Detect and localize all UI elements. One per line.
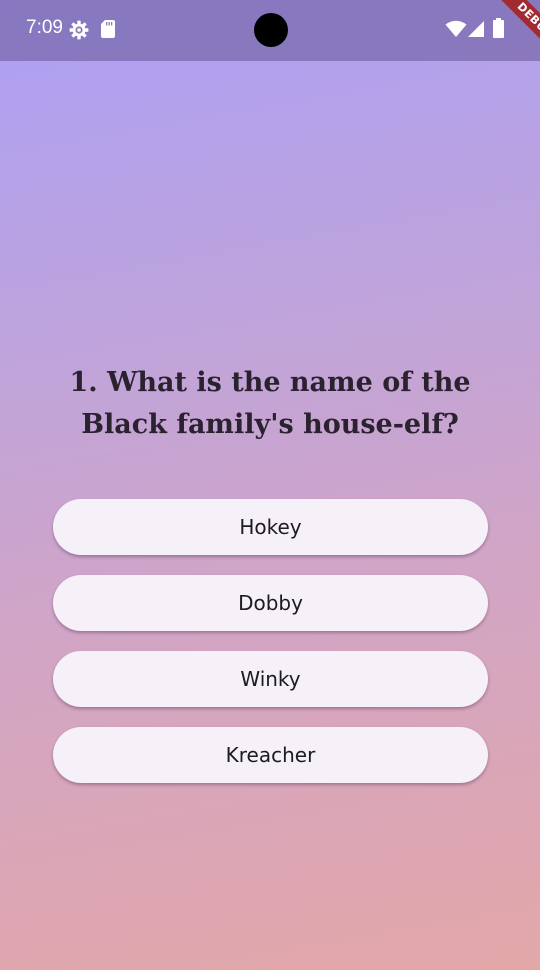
debug-banner: DEBUG: [460, 0, 540, 80]
debug-label: DEBUG: [489, 0, 540, 67]
status-bar: 7:09: [0, 0, 540, 61]
answer-button-dobby[interactable]: Dobby: [53, 575, 488, 631]
camera-cutout: [254, 13, 288, 47]
status-time: 7:09: [26, 17, 63, 38]
answer-button-kreacher[interactable]: Kreacher: [53, 727, 488, 783]
question-text: 1. What is the name of the Black family'…: [69, 367, 471, 440]
answer-button-winky[interactable]: Winky: [53, 651, 488, 707]
sd-card-icon: [101, 20, 115, 38]
gear-icon: [69, 20, 89, 40]
answer-button-hokey[interactable]: Hokey: [53, 499, 488, 555]
